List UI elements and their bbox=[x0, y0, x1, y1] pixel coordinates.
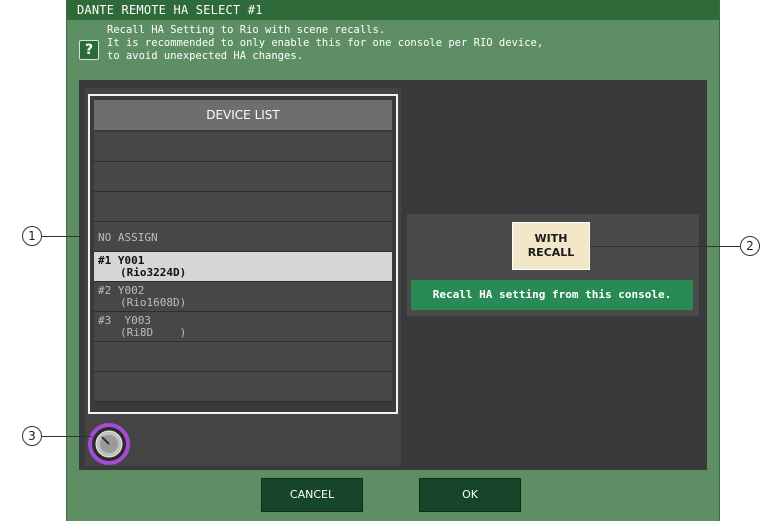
list-item[interactable] bbox=[94, 192, 392, 222]
ok-button[interactable]: OK bbox=[419, 478, 521, 512]
list-item[interactable] bbox=[94, 132, 392, 162]
list-item-no-assign[interactable]: NO ASSIGN bbox=[94, 222, 392, 252]
callout-line bbox=[42, 436, 92, 437]
list-item-model: (Ri8D ) bbox=[120, 326, 187, 339]
recall-settings-box: WITH RECALL Recall HA setting from this … bbox=[407, 214, 699, 316]
with-recall-button[interactable]: WITH RECALL bbox=[512, 222, 590, 270]
callout-line bbox=[41, 236, 85, 237]
list-item-selected[interactable]: #1 Y001 (Rio3224D) bbox=[94, 252, 392, 282]
list-item-label: #3 Y003 bbox=[98, 314, 151, 327]
scroll-knob[interactable] bbox=[87, 422, 131, 466]
callout-1: 1 bbox=[22, 226, 42, 246]
list-item-label: #2 Y002 bbox=[98, 284, 145, 297]
dante-remote-ha-dialog: DANTE REMOTE HA SELECT #1 ? Recall HA Se… bbox=[66, 0, 720, 521]
list-item-label: #1 Y001 bbox=[98, 254, 145, 267]
help-icon: ? bbox=[79, 40, 99, 60]
device-list-rows: NO ASSIGN #1 Y001 (Rio3224D) #2 Y002 (Ri… bbox=[94, 132, 392, 402]
callout-3: 3 bbox=[22, 426, 42, 446]
list-item[interactable] bbox=[94, 372, 392, 402]
list-item-label: NO ASSIGN bbox=[98, 231, 158, 244]
cancel-button[interactable]: CANCEL bbox=[261, 478, 363, 512]
list-item[interactable] bbox=[94, 162, 392, 192]
device-list-area: DEVICE LIST NO ASSIGN #1 Y001 (Rio3224D)… bbox=[85, 88, 401, 466]
dialog-title: DANTE REMOTE HA SELECT #1 bbox=[77, 3, 263, 17]
help-text: Recall HA Setting to Rio with scene reca… bbox=[107, 24, 543, 63]
list-item-model: (Rio1608D) bbox=[120, 296, 187, 309]
help-line: It is recommended to only enable this fo… bbox=[107, 37, 544, 49]
main-panel: DEVICE LIST NO ASSIGN #1 Y001 (Rio3224D)… bbox=[79, 80, 707, 470]
title-bar: DANTE REMOTE HA SELECT #1 bbox=[67, 0, 719, 20]
device-list: DEVICE LIST NO ASSIGN #1 Y001 (Rio3224D)… bbox=[88, 94, 398, 414]
callout-line bbox=[590, 246, 740, 247]
list-item[interactable]: #3 Y003 (Ri8D ) bbox=[94, 312, 392, 342]
help-line: to avoid unexpected HA changes. bbox=[107, 50, 303, 62]
list-item[interactable]: #2 Y002 (Rio1608D) bbox=[94, 282, 392, 312]
list-item-model: (Rio3224D) bbox=[120, 266, 187, 279]
list-item[interactable] bbox=[94, 342, 392, 372]
callout-2: 2 bbox=[740, 236, 760, 256]
device-list-header: DEVICE LIST bbox=[94, 100, 392, 130]
recall-status-text: Recall HA setting from this console. bbox=[411, 280, 693, 310]
help-line: Recall HA Setting to Rio with scene reca… bbox=[107, 24, 386, 36]
